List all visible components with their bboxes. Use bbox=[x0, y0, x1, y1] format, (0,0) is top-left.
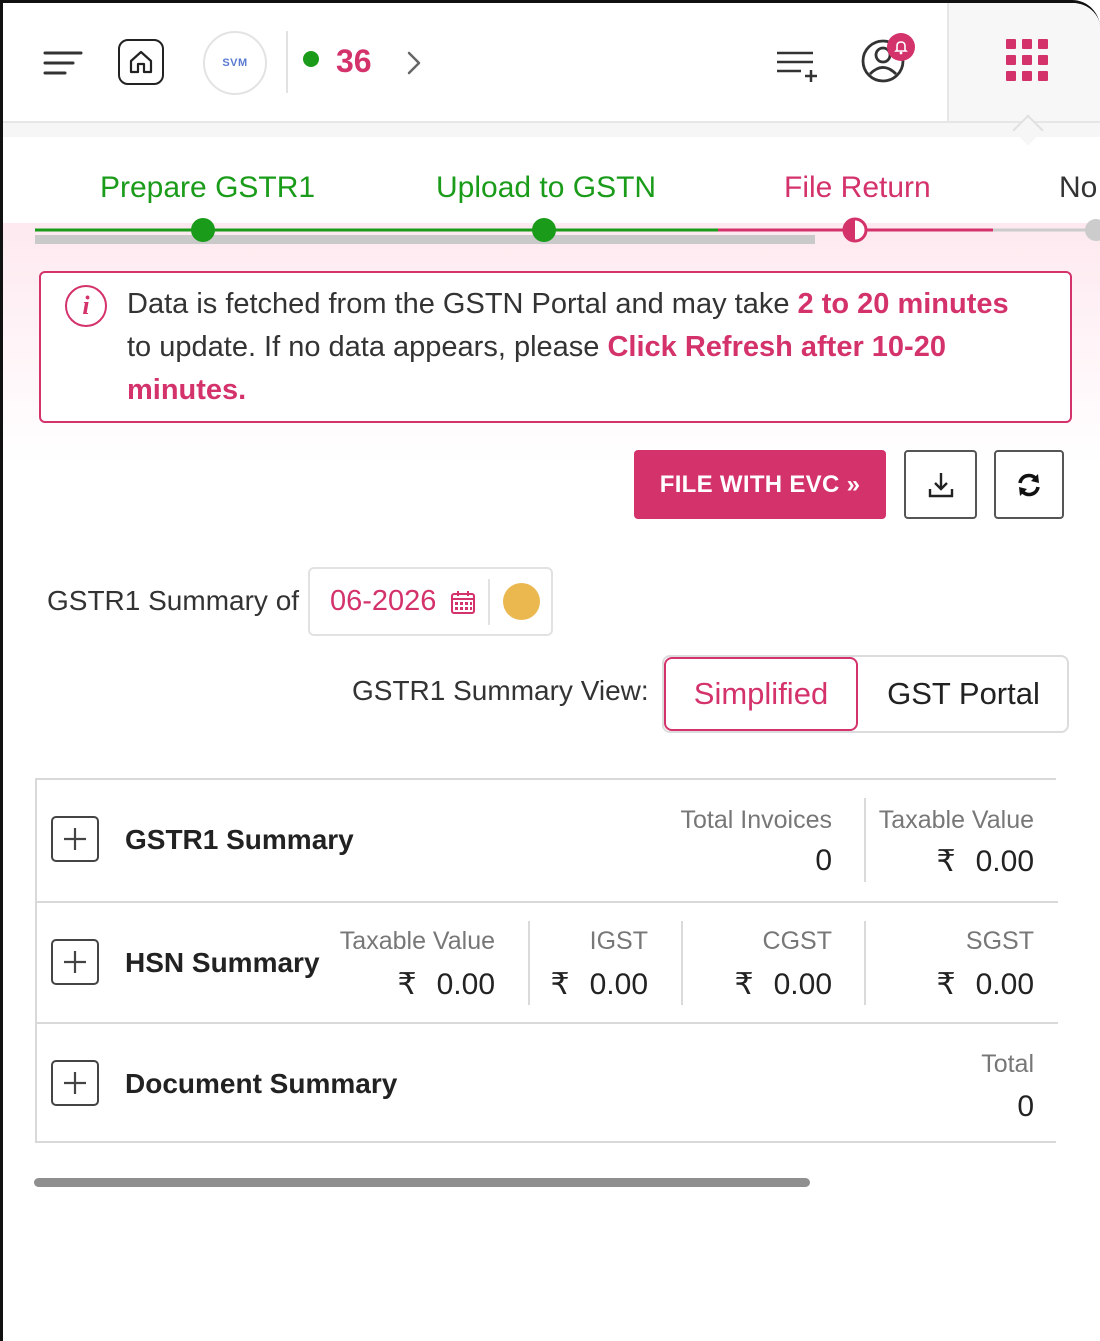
home-button[interactable] bbox=[118, 39, 164, 85]
column-divider bbox=[681, 921, 683, 1005]
menu-icon[interactable] bbox=[43, 47, 83, 79]
hsn-taxable-value: ₹0.00 bbox=[397, 968, 495, 1001]
column-divider bbox=[864, 921, 866, 1005]
view-simplified-option[interactable]: Simplified bbox=[664, 657, 858, 731]
divider bbox=[286, 31, 288, 93]
document-summary-row[interactable]: Document Summary Total 0 bbox=[37, 1022, 1058, 1145]
period-value[interactable]: 06-2026 bbox=[330, 585, 436, 618]
info-alert: i Data is fetched from the GSTN Portal a… bbox=[39, 271, 1072, 423]
download-button[interactable] bbox=[904, 450, 977, 519]
home-icon bbox=[129, 50, 153, 74]
progress-stepper: Prepare GSTR1 Upload to GSTN File Return… bbox=[3, 143, 1100, 253]
rupee-symbol: ₹ bbox=[734, 968, 754, 1001]
column-divider bbox=[864, 798, 866, 882]
refresh-button[interactable] bbox=[994, 450, 1064, 519]
download-icon bbox=[928, 472, 953, 497]
info-message: Data is fetched from the GSTN Portal and… bbox=[127, 283, 1057, 412]
bell-badge[interactable] bbox=[887, 33, 915, 61]
gstr1-taxable-value: ₹0.00 bbox=[936, 845, 1034, 878]
hsn-taxable-value-label: Taxable Value bbox=[339, 927, 495, 955]
list-add-icon[interactable] bbox=[775, 47, 819, 83]
cgst-label: CGST bbox=[762, 927, 832, 955]
status-dot bbox=[303, 51, 319, 67]
file-with-evc-button[interactable]: FILE WITH EVC » bbox=[634, 450, 886, 519]
info-time-highlight: 2 to 20 minutes bbox=[797, 288, 1009, 320]
rupee-symbol: ₹ bbox=[936, 845, 956, 878]
total-invoices-value: 0 bbox=[815, 844, 832, 877]
expand-document-button[interactable] bbox=[51, 1060, 99, 1106]
apps-menu[interactable] bbox=[947, 3, 1100, 121]
step-1-dot bbox=[191, 218, 215, 242]
rupee-symbol: ₹ bbox=[397, 968, 417, 1001]
plus-icon bbox=[64, 951, 86, 973]
logo-text: SVM bbox=[222, 57, 248, 69]
company-logo[interactable]: SVM bbox=[203, 31, 267, 95]
cgst-value: ₹0.00 bbox=[734, 968, 832, 1001]
gstr1-taxable-value-label: Taxable Value bbox=[878, 806, 1034, 834]
igst-label: IGST bbox=[589, 927, 648, 955]
sgst-value: ₹0.00 bbox=[936, 968, 1034, 1001]
rupee-symbol: ₹ bbox=[936, 968, 956, 1001]
step-upload-to-gstn[interactable]: Upload to GSTN bbox=[436, 171, 656, 205]
period-picker[interactable]: 06-2026 bbox=[308, 567, 553, 636]
igst-value: ₹0.00 bbox=[550, 968, 648, 1001]
plus-icon bbox=[64, 828, 86, 850]
bell-icon bbox=[894, 41, 908, 55]
notification-count[interactable]: 36 bbox=[336, 43, 372, 80]
step-4-dot bbox=[1085, 219, 1100, 241]
hsn-summary-title: HSN Summary bbox=[125, 947, 320, 978]
rupee-symbol: ₹ bbox=[550, 968, 570, 1001]
app-window: SVM 36 Prepare GSTR1 Upload to GSTN File… bbox=[0, 0, 1100, 1341]
calendar-icon[interactable] bbox=[450, 589, 476, 615]
hsn-summary-row[interactable]: HSN Summary Taxable Value ₹0.00 IGST ₹0.… bbox=[37, 901, 1058, 1024]
step-prepare-gstr1[interactable]: Prepare GSTR1 bbox=[100, 171, 315, 205]
step-file-return[interactable]: File Return bbox=[784, 171, 931, 205]
info-icon: i bbox=[65, 285, 107, 327]
summary-table: GSTR1 Summary Total Invoices 0 Taxable V… bbox=[35, 778, 1058, 1145]
summary-period-label: GSTR1 Summary of bbox=[47, 585, 300, 616]
column-divider bbox=[528, 921, 530, 1005]
refresh-icon bbox=[1018, 473, 1040, 496]
chevron-right-icon[interactable] bbox=[403, 49, 425, 77]
step-2-dot bbox=[532, 218, 556, 242]
plus-icon bbox=[64, 1072, 86, 1094]
date-divider bbox=[488, 579, 490, 625]
document-summary-title: Document Summary bbox=[125, 1068, 398, 1099]
gstr1-summary-row[interactable]: GSTR1 Summary Total Invoices 0 Taxable V… bbox=[37, 780, 1058, 901]
total-invoices-label: Total Invoices bbox=[680, 806, 832, 834]
document-total-value: 0 bbox=[1017, 1090, 1034, 1123]
horizontal-scrollbar[interactable] bbox=[34, 1178, 810, 1187]
apps-grid-icon bbox=[1006, 39, 1048, 81]
info-line2: to update. If no data appears, please bbox=[127, 331, 608, 363]
sub-bar bbox=[3, 123, 1100, 137]
info-line1: Data is fetched from the GSTN Portal and… bbox=[127, 288, 798, 320]
document-total-label: Total bbox=[981, 1050, 1034, 1078]
summary-view-label: GSTR1 Summary View: bbox=[352, 675, 649, 706]
summary-view-toggle: Simplified GST Portal bbox=[662, 655, 1069, 733]
sgst-label: SGST bbox=[965, 927, 1034, 955]
status-indicator-dot[interactable] bbox=[503, 583, 540, 620]
expand-hsn-button[interactable] bbox=[51, 939, 99, 985]
expand-gstr1-button[interactable] bbox=[51, 816, 99, 862]
gstr1-summary-title: GSTR1 Summary bbox=[125, 824, 354, 855]
step-next[interactable]: No bbox=[1059, 171, 1097, 205]
view-gst-portal-option[interactable]: GST Portal bbox=[860, 657, 1067, 731]
top-bar: SVM 36 bbox=[3, 3, 1100, 123]
